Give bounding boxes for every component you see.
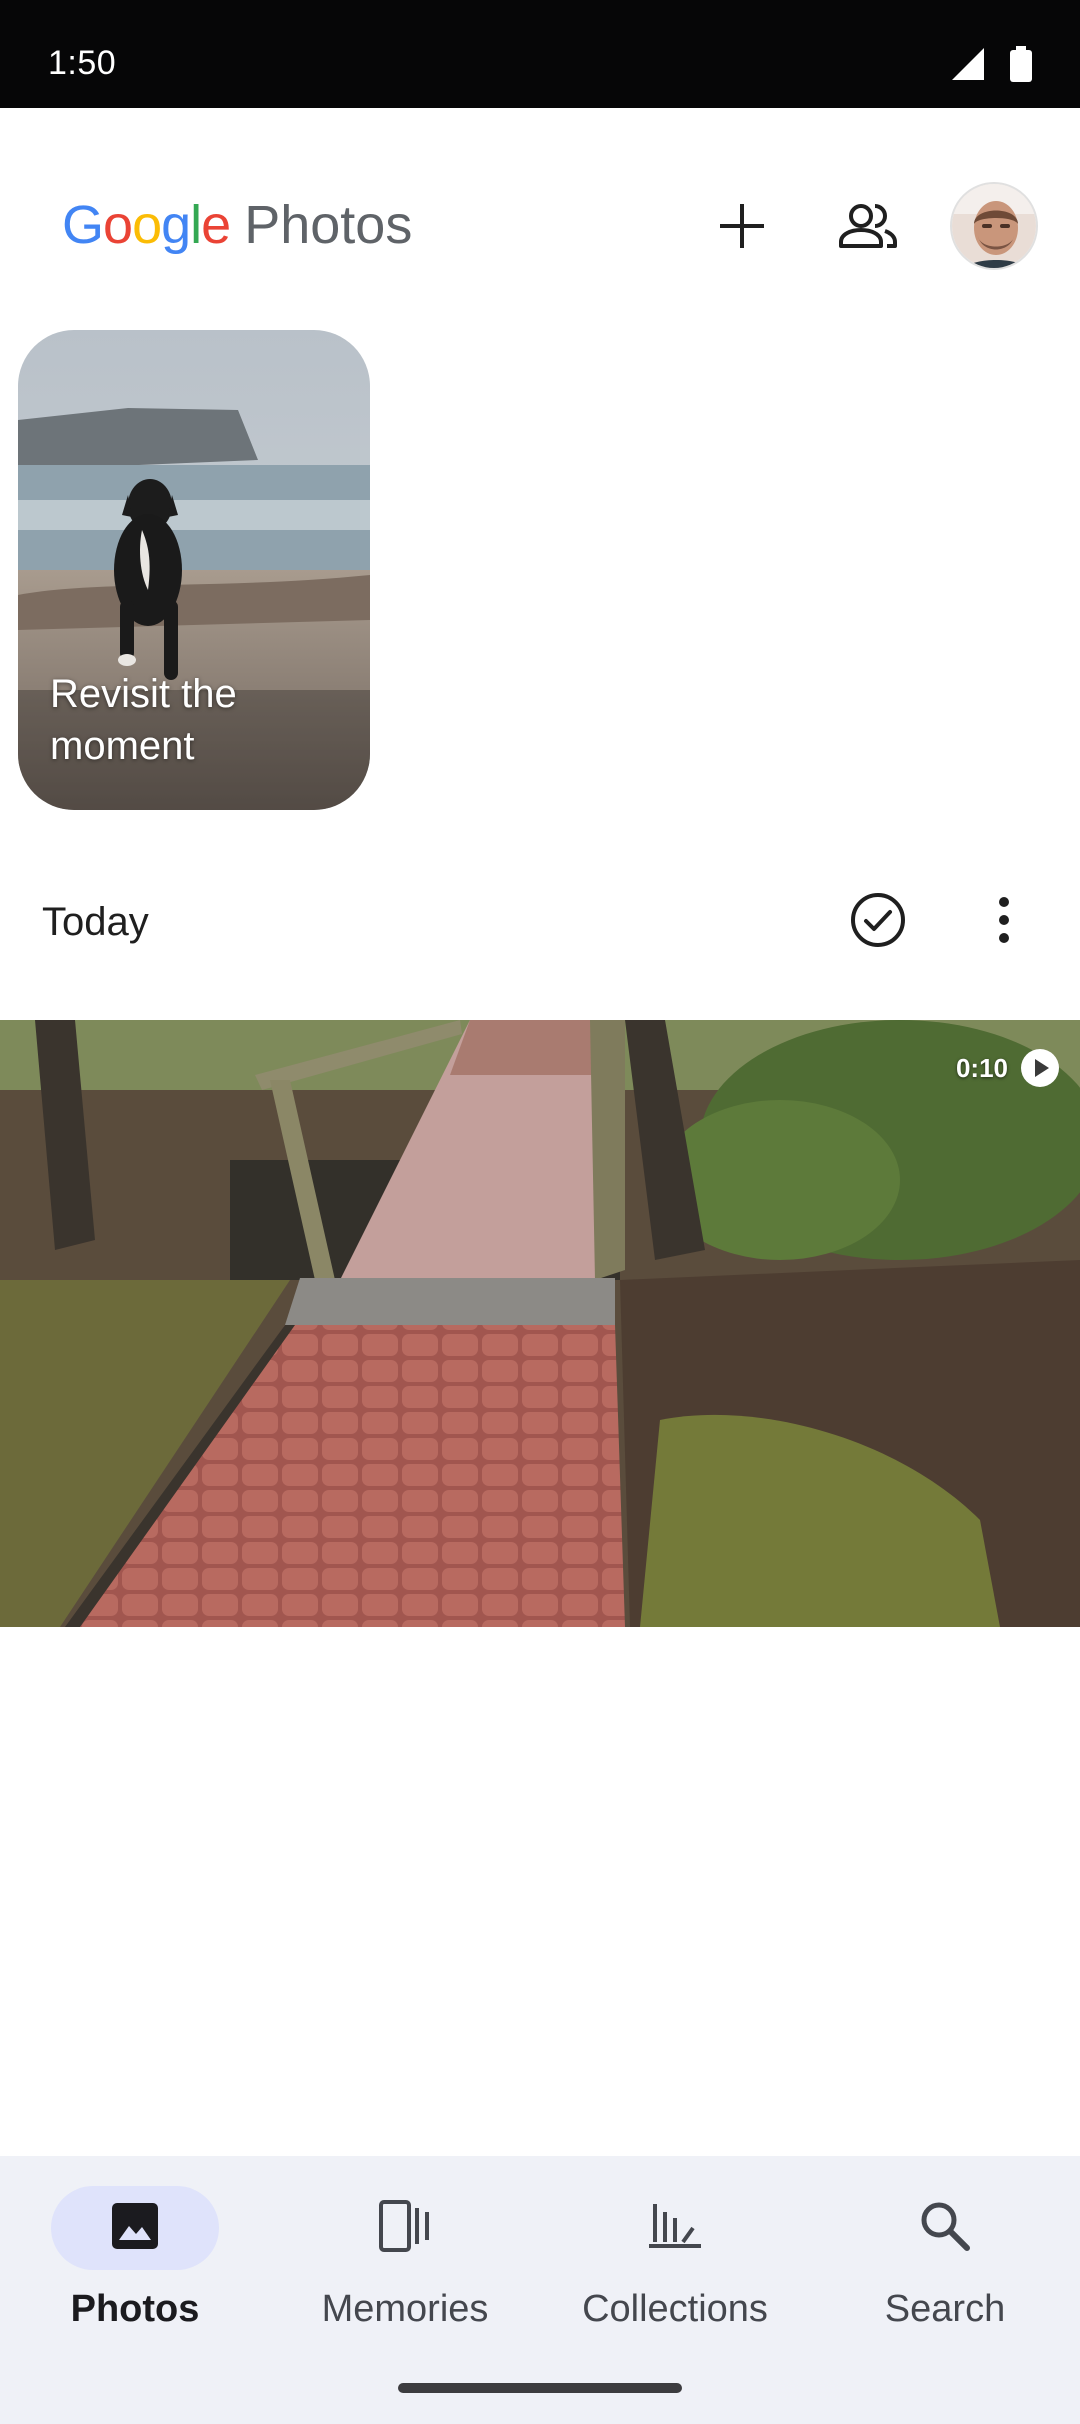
nav-active-indicator: [51, 2186, 219, 2270]
status-time: 1:50: [48, 44, 117, 82]
collections-icon: [647, 2198, 703, 2259]
search-icon: [919, 2200, 971, 2257]
add-button[interactable]: [702, 188, 782, 268]
top-app-bar: Google Photos: [0, 108, 1080, 338]
nav-item-search[interactable]: Search: [810, 2170, 1080, 2350]
memories-icon: [377, 2198, 433, 2259]
nav-icon-container: [321, 2186, 489, 2270]
nav-label-collections: Collections: [582, 2288, 768, 2330]
select-all-button[interactable]: [838, 882, 918, 962]
photo-icon: [110, 2201, 160, 2256]
status-icons: [950, 46, 1032, 87]
more-vert-icon: [994, 894, 1014, 951]
nav-icon-container: [861, 2186, 1029, 2270]
cellular-signal-icon: [950, 46, 986, 87]
sharing-icon: [837, 200, 899, 257]
date-section-header: Today: [0, 860, 1080, 990]
gesture-handle[interactable]: [398, 2383, 682, 2393]
status-bar: 1:50: [0, 0, 1080, 108]
nav-item-memories[interactable]: Memories: [270, 2170, 540, 2350]
play-icon: [1020, 1048, 1060, 1088]
logo-google-wordmark: Google: [62, 195, 231, 255]
memory-label: Revisit the moment: [50, 672, 237, 768]
sharing-button[interactable]: [828, 188, 908, 268]
nav-item-photos[interactable]: Photos: [0, 2170, 270, 2350]
account-avatar[interactable]: [950, 182, 1038, 270]
battery-icon: [1010, 46, 1032, 87]
select-check-icon: [849, 891, 907, 954]
add-icon: [716, 200, 768, 257]
nav-icon-container: [591, 2186, 759, 2270]
google-photos-logo: Google Photos: [62, 198, 412, 252]
video-duration-badge: 0:10: [956, 1048, 1060, 1088]
logo-photos-wordmark: Photos: [244, 195, 413, 255]
video-duration-text: 0:10: [955, 1052, 1008, 1083]
nav-label-memories: Memories: [321, 2288, 489, 2330]
memory-card[interactable]: Revisit the moment: [18, 330, 370, 810]
nav-label-search: Search: [884, 2288, 1006, 2330]
video-thumbnail-image: [0, 1020, 1080, 1627]
more-options-button[interactable]: [964, 882, 1044, 962]
section-title: Today: [42, 900, 149, 944]
nav-label-photos: Photos: [70, 2288, 200, 2330]
nav-item-collections[interactable]: Collections: [540, 2170, 810, 2350]
video-thumbnail[interactable]: 0:10: [0, 1020, 1080, 1627]
